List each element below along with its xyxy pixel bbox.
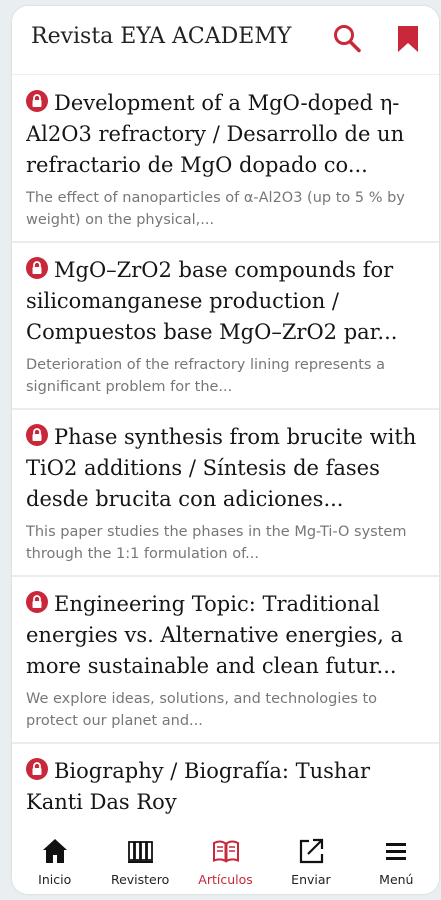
app-header: Revista EYA ACADEMY: [12, 6, 439, 75]
article-title-text: MgO–ZrO2 base compounds for silicomangan…: [26, 258, 398, 344]
tab-revistero[interactable]: Revistero: [97, 828, 182, 894]
app-screen: Revista EYA ACADEMY Development of a MgO…: [12, 6, 439, 894]
lock-icon: [26, 591, 48, 613]
article-item[interactable]: Development of a MgO-doped η-Al2O3 refra…: [12, 76, 439, 243]
article-title: Biography / Biografía: Tushar Kanti Das …: [26, 756, 429, 818]
lock-icon: [26, 758, 48, 780]
article-title-text: Biography / Biografía: Tushar Kanti Das …: [26, 759, 370, 814]
tab-label: Artículos: [198, 872, 253, 887]
tab-label: Revistero: [110, 872, 170, 887]
article-excerpt: We explore ideas, solutions, and technol…: [26, 691, 378, 729]
tab-inicio[interactable]: Inicio: [12, 828, 97, 894]
lock-icon: [26, 257, 48, 279]
article-excerpt: This paper studies the phases in the Mg-…: [26, 524, 407, 562]
article-list: Development of a MgO-doped η-Al2O3 refra…: [12, 76, 439, 894]
article-title: Phase synthesis from brucite with TiO2 a…: [26, 422, 429, 515]
article-item[interactable]: Phase synthesis from brucite with TiO2 a…: [12, 410, 439, 577]
bottom-tab-bar: Inicio Revistero Artículos Enviar Menú: [12, 828, 439, 894]
article-title: Engineering Topic: Traditional energies …: [26, 589, 429, 682]
tab-label: Inicio: [38, 872, 72, 887]
share-icon: [299, 838, 324, 864]
bookmark-button[interactable]: [392, 22, 426, 56]
app-title: Revista EYA ACADEMY: [31, 24, 292, 49]
tab-label: Enviar: [291, 872, 331, 887]
lock-icon: [26, 90, 48, 112]
magazine-rack-icon: [128, 841, 154, 863]
article-item[interactable]: MgO–ZrO2 base compounds for silicomangan…: [12, 243, 439, 410]
home-icon: [42, 839, 67, 863]
lock-icon: [26, 424, 48, 446]
search-icon: [334, 25, 361, 53]
bookmark-icon: [398, 26, 418, 52]
search-button[interactable]: [330, 22, 364, 56]
open-book-icon: [212, 840, 239, 863]
article-title-text: Phase synthesis from brucite with TiO2 a…: [26, 425, 417, 511]
tab-label: Menú: [379, 872, 414, 887]
article-title-text: Engineering Topic: Traditional energies …: [26, 592, 404, 678]
article-excerpt: The effect of nanoparticles of α-Al2O3 (…: [26, 190, 405, 228]
article-title: Development of a MgO-doped η-Al2O3 refra…: [26, 88, 429, 181]
tab-enviar[interactable]: Enviar: [268, 828, 353, 894]
tab-menu[interactable]: Menú: [354, 828, 439, 894]
menu-icon: [386, 843, 407, 860]
article-excerpt: Deterioration of the refractory lining r…: [26, 357, 385, 395]
article-item[interactable]: Engineering Topic: Traditional energies …: [12, 577, 439, 744]
article-title-text: Development of a MgO-doped η-Al2O3 refra…: [26, 91, 405, 177]
tab-articulos[interactable]: Artículos: [183, 828, 268, 894]
article-title: MgO–ZrO2 base compounds for silicomangan…: [26, 255, 429, 348]
